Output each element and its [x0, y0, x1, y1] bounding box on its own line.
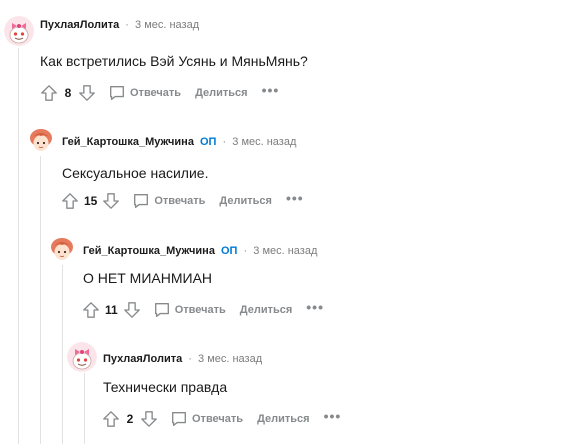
arrow-down-icon	[141, 411, 157, 427]
upvote-button[interactable]	[38, 81, 60, 105]
vote-score: 8	[64, 86, 72, 100]
avatar[interactable]	[67, 342, 97, 372]
arrow-down-icon	[79, 85, 95, 101]
thread-line-level-0[interactable]	[18, 48, 19, 444]
comment-meta: Гей_Картошка_Мужчина ОП · 3 мес. назад	[83, 240, 317, 262]
more-options-button[interactable]: •••	[324, 409, 342, 423]
avatar[interactable]	[47, 235, 77, 265]
comment-actions: 15 Отвечать Делиться •••	[59, 189, 304, 213]
timestamp[interactable]: 3 мес. назад	[198, 353, 262, 365]
more-options-button[interactable]: •••	[306, 300, 324, 314]
comment-meta: ПухлаяЛолита · 3 мес. назад	[40, 14, 199, 36]
comment-actions: 11 Отвечать Делиться •••	[80, 298, 324, 322]
reply-button[interactable]: Отвечать	[170, 410, 243, 428]
upvote-button[interactable]	[59, 189, 81, 213]
snoo-avatar-icon	[67, 342, 97, 372]
vote-score: 2	[126, 412, 134, 426]
downvote-button[interactable]	[138, 407, 160, 431]
arrow-down-icon	[103, 193, 120, 209]
timestamp[interactable]: 3 мес. назад	[135, 19, 199, 31]
thread-line-level-2[interactable]	[62, 264, 63, 444]
arrow-up-icon	[62, 193, 78, 209]
op-badge: ОП	[221, 245, 238, 257]
reply-label: Отвечать	[154, 195, 206, 207]
upvote-button[interactable]	[80, 298, 102, 322]
arrow-up-icon	[83, 302, 99, 318]
meta-separator: ·	[188, 353, 192, 365]
op-badge: ОП	[200, 136, 217, 148]
share-button[interactable]: Делиться	[257, 413, 310, 425]
downvote-button[interactable]	[76, 81, 98, 105]
comment-text: Технически правда	[103, 379, 228, 395]
comment-bubble-icon	[110, 86, 124, 100]
thread-line-level-1[interactable]	[40, 156, 41, 444]
more-options-button[interactable]: •••	[262, 83, 280, 97]
meta-separator: ·	[243, 245, 248, 257]
meta-separator: ·	[125, 19, 129, 31]
avatar[interactable]	[26, 126, 56, 156]
reply-button[interactable]: Отвечать	[153, 301, 226, 319]
comment-actions: 8 Отвечать Делиться •••	[38, 81, 279, 105]
username[interactable]: ПухлаяЛолита	[40, 19, 119, 31]
comment-bubble-icon	[172, 412, 186, 426]
comment-text: О НЕТ МИАНМИАН	[83, 270, 213, 286]
reply-label: Отвечать	[174, 304, 226, 316]
comment-actions: 2 Отвечать Делиться •••	[100, 407, 341, 431]
thread-line-level-3[interactable]	[84, 373, 85, 444]
comment-text: Как встретились Вэй Усянь и МяньМянь?	[40, 53, 308, 69]
upvote-button[interactable]	[100, 407, 122, 431]
reply-label: Отвечать	[130, 87, 182, 99]
downvote-button[interactable]	[121, 298, 143, 322]
reply-button[interactable]: Отвечать	[132, 192, 205, 210]
vote-score: 11	[105, 303, 118, 317]
arrow-up-icon	[41, 85, 57, 101]
red-haired-avatar-icon	[26, 126, 56, 156]
username[interactable]: Гей_Картошка_Мужчина	[62, 136, 194, 148]
more-options-button[interactable]: •••	[286, 191, 304, 205]
avatar[interactable]	[4, 16, 34, 46]
vote-score: 15	[84, 194, 98, 208]
meta-separator: ·	[222, 136, 227, 148]
downvote-button[interactable]	[100, 189, 122, 213]
comment-meta: Гей_Картошка_Мужчина ОП · 3 мес. назад	[62, 131, 296, 153]
reply-label: Отвечать	[192, 413, 244, 425]
comment-bubble-icon	[154, 303, 169, 317]
arrow-up-icon	[103, 411, 119, 427]
comment-meta: ПухлаяЛолита · 3 мес. назад	[103, 348, 262, 370]
username[interactable]: ПухлаяЛолита	[103, 353, 182, 365]
comment-bubble-icon	[134, 194, 149, 208]
username[interactable]: Гей_Картошка_Мужчина	[83, 245, 215, 257]
timestamp[interactable]: 3 мес. назад	[253, 245, 317, 257]
snoo-avatar-icon	[4, 16, 34, 46]
comment-text: Сексуальное насилие.	[62, 165, 209, 181]
red-haired-avatar-icon	[47, 235, 77, 265]
reply-button[interactable]: Отвечать	[108, 84, 181, 102]
share-button[interactable]: Делиться	[240, 304, 293, 316]
share-button[interactable]: Делиться	[219, 195, 272, 207]
timestamp[interactable]: 3 мес. назад	[232, 136, 296, 148]
arrow-down-icon	[123, 302, 140, 318]
share-button[interactable]: Делиться	[195, 87, 248, 99]
